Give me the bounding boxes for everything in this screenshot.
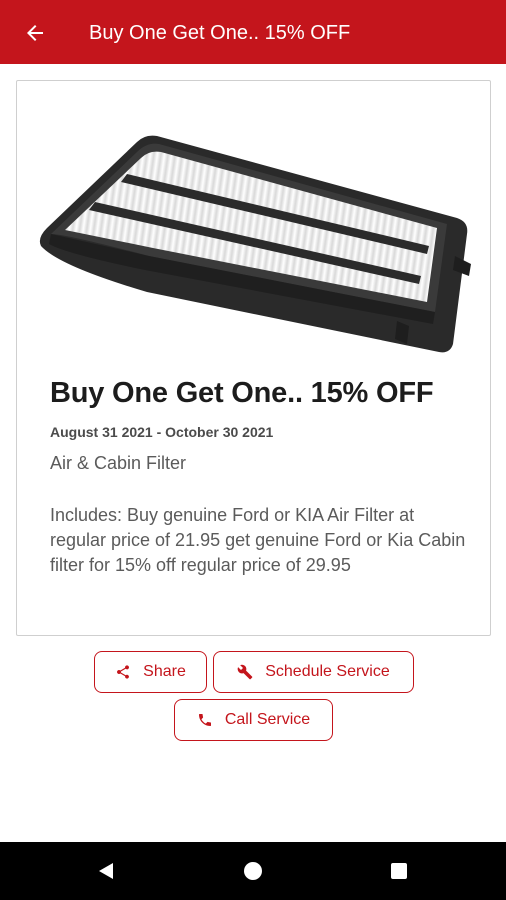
share-button[interactable]: Share	[94, 651, 207, 693]
schedule-service-button[interactable]: Schedule Service	[213, 651, 414, 693]
offer-title: Buy One Get One.. 15% OFF	[50, 377, 434, 409]
offer-dates: August 31 2021 - October 30 2021	[50, 424, 274, 440]
wrench-icon	[237, 664, 253, 680]
nav-recents-icon[interactable]	[390, 862, 408, 880]
arrow-back-icon	[27, 25, 43, 41]
system-nav-bar	[0, 842, 506, 900]
offer-card: Buy One Get One.. 15% OFF August 31 2021…	[16, 80, 491, 636]
share-icon	[115, 664, 131, 680]
back-button[interactable]	[20, 18, 50, 48]
offer-category: Air & Cabin Filter	[50, 453, 187, 473]
nav-back-icon[interactable]	[96, 861, 116, 881]
phone-icon	[197, 712, 213, 728]
page-title: Buy One Get One.. 15% OFF	[89, 22, 351, 44]
call-service-button[interactable]: Call Service	[174, 699, 333, 741]
share-label: Share	[143, 663, 186, 680]
schedule-service-label: Schedule Service	[265, 663, 390, 680]
app-bar: Buy One Get One.. 15% OFF	[0, 0, 506, 64]
air-filter-product-image	[39, 135, 471, 353]
offer-description: Includes: Buy genuine Ford or KIA Air Fi…	[50, 505, 466, 575]
nav-home-icon[interactable]	[243, 861, 263, 881]
call-service-label: Call Service	[224, 711, 311, 728]
